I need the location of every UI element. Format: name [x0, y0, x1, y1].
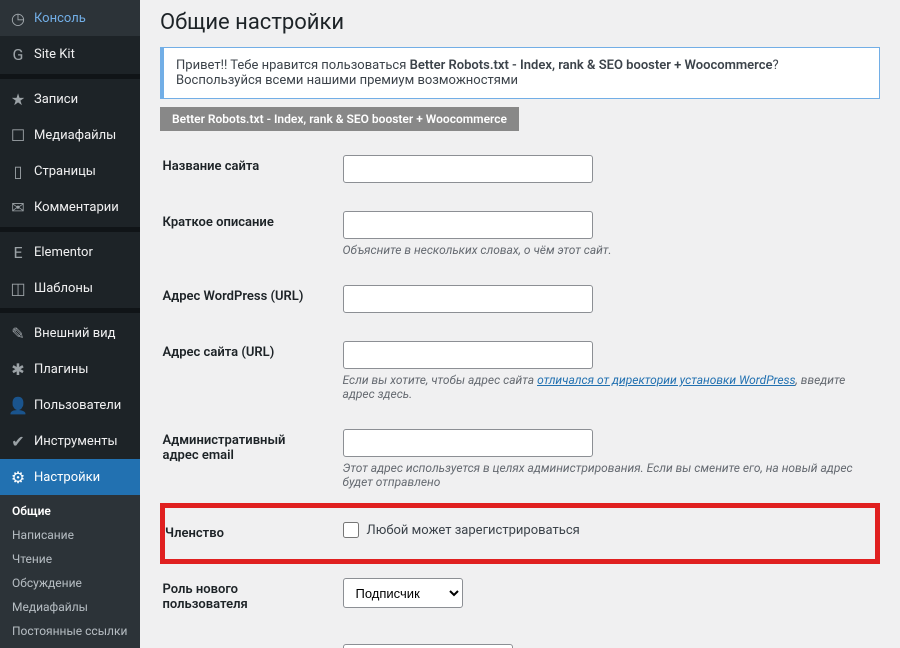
- tagline-label: Краткое описание: [163, 197, 333, 271]
- tagline-input[interactable]: [343, 211, 593, 239]
- menu-страницы[interactable]: ▯Страницы: [0, 153, 140, 189]
- menu-icon: E: [8, 242, 28, 262]
- submenu-написание[interactable]: Написание: [0, 523, 140, 547]
- admin-sidebar: ◷КонсольGSite Kit★Записи☐Медиафайлы▯Стра…: [0, 0, 140, 648]
- admin-email-input[interactable]: [343, 429, 593, 457]
- siteurl-input[interactable]: [343, 341, 593, 369]
- site-title-label: Название сайта: [163, 141, 333, 197]
- menu-site-kit[interactable]: GSite Kit: [0, 36, 140, 72]
- menu-пользователи[interactable]: 👤Пользователи: [0, 387, 140, 423]
- tab-better-robots[interactable]: Better Robots.txt - Index, rank & SEO bo…: [160, 107, 519, 131]
- menu-медиафайлы[interactable]: ☐Медиафайлы: [0, 117, 140, 153]
- default-role-select[interactable]: Подписчик: [343, 578, 463, 608]
- admin-email-desc: Этот адрес используется в целях админист…: [343, 461, 868, 489]
- tagline-desc: Объясните в нескольких словах, о чём это…: [343, 243, 868, 257]
- main-content: Общие настройки Привет!! Тебе нравится п…: [140, 0, 900, 648]
- tab-bar: Better Robots.txt - Index, rank & SEO bo…: [160, 107, 880, 131]
- plugin-notice: Привет!! Тебе нравится пользоваться Bett…: [160, 47, 880, 99]
- menu-icon: 👤: [8, 395, 28, 415]
- siteurl-desc-link[interactable]: отличался от директории установки WordPr…: [537, 373, 795, 387]
- page-title: Общие настройки: [160, 10, 880, 35]
- menu-комментарии[interactable]: ✉Комментарии: [0, 189, 140, 225]
- default-role-label: Роль нового пользователя: [163, 562, 333, 631]
- membership-label: Членство: [163, 506, 333, 562]
- menu-инструменты[interactable]: ✔Инструменты: [0, 423, 140, 459]
- menu-записи[interactable]: ★Записи: [0, 81, 140, 117]
- menu-icon: ◷: [8, 8, 28, 28]
- menu-icon: ✎: [8, 323, 28, 343]
- lang-select[interactable]: Русский: [343, 644, 513, 648]
- submenu-общие[interactable]: Общие: [0, 499, 140, 523]
- menu-icon: ◫: [8, 278, 28, 298]
- wpurl-label: Адрес WordPress (URL): [163, 271, 333, 327]
- menu-icon: ✔: [8, 431, 28, 451]
- menu-icon: ✱: [8, 359, 28, 379]
- menu-icon: ✉: [8, 197, 28, 217]
- membership-checkbox[interactable]: [343, 522, 359, 538]
- site-title-input[interactable]: [343, 155, 593, 183]
- membership-checkbox-label[interactable]: Любой может зарегистрироваться: [343, 522, 866, 538]
- submenu-конфиденциальность[interactable]: Конфиденциальность: [0, 643, 140, 648]
- menu-icon: ⚙: [8, 467, 28, 487]
- siteurl-desc: Если вы хотите, чтобы адрес сайта отлича…: [343, 373, 868, 401]
- submenu-чтение[interactable]: Чтение: [0, 547, 140, 571]
- wpurl-input[interactable]: [343, 285, 593, 313]
- admin-email-label: Административный адрес email: [163, 415, 333, 506]
- menu-icon: ☐: [8, 125, 28, 145]
- submenu-медиафайлы[interactable]: Медиафайлы: [0, 595, 140, 619]
- submenu-обсуждение[interactable]: Обсуждение: [0, 571, 140, 595]
- settings-submenu: ОбщиеНаписаниеЧтениеОбсуждениеМедиафайлы…: [0, 495, 140, 648]
- menu-шаблоны[interactable]: ◫Шаблоны: [0, 270, 140, 306]
- menu-внешний-вид[interactable]: ✎Внешний вид: [0, 315, 140, 351]
- siteurl-label: Адрес сайта (URL): [163, 327, 333, 415]
- menu-плагины[interactable]: ✱Плагины: [0, 351, 140, 387]
- menu-elementor[interactable]: EElementor: [0, 234, 140, 270]
- menu-консоль[interactable]: ◷Консоль: [0, 0, 140, 36]
- menu-icon: ★: [8, 89, 28, 109]
- menu-настройки[interactable]: ⚙Настройки: [0, 459, 140, 495]
- membership-row-highlight: Членство Любой может зарегистрироваться: [163, 506, 878, 562]
- submenu-постоянные ссылки[interactable]: Постоянные ссылки: [0, 619, 140, 643]
- menu-icon: G: [8, 44, 28, 64]
- menu-icon: ▯: [8, 161, 28, 181]
- lang-label: Язык сайта: [163, 630, 333, 648]
- settings-form: Название сайта Краткое описание Объяснит…: [160, 141, 880, 648]
